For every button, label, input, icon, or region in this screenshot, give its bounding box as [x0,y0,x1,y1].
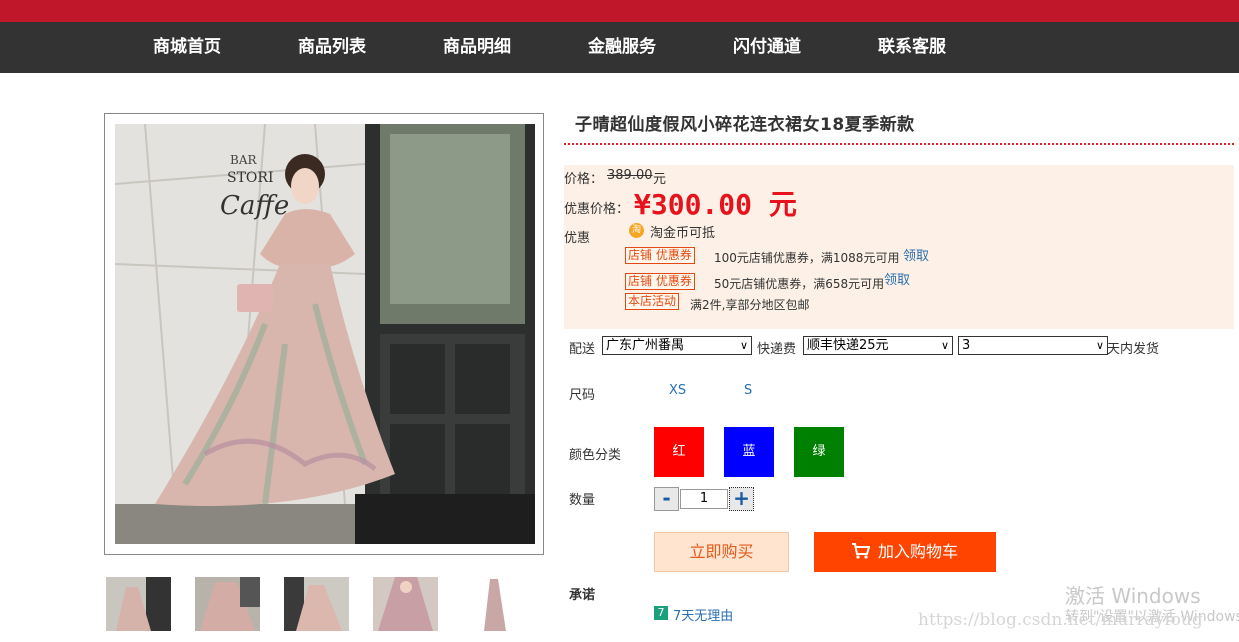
size-option-s[interactable]: S [744,383,752,398]
shipping-fee-label: 快递费 [757,342,797,357]
color-option-blue[interactable]: 蓝 [724,427,774,477]
chevron-down-icon: ∨ [1095,339,1104,352]
nav-item-quickpay[interactable]: 闪付通道 [733,22,801,73]
thumbnail-4[interactable] [373,577,438,631]
add-to-cart-button[interactable]: 加入购物车 [814,532,996,572]
delivery-days-select-value: 3 [962,338,971,353]
activity-tag: 本店活动 [625,293,680,310]
region-select[interactable]: 广东广州番禺 ∨ [602,336,752,355]
discount-label: 优惠 [564,231,591,246]
activity-text: 满2件,享部分地区包邮 [690,298,810,312]
quantity-decrease-button[interactable]: - [654,487,679,511]
promise-label: 承诺 [569,588,596,603]
main-nav: 商城首页 商品列表 商品明细 金融服务 闪付通道 联系客服 [0,22,1239,73]
size-option-xs[interactable]: XS [669,383,686,398]
shipping-fee-select-value: 顺丰快递25元 [807,338,889,353]
coupon-tag-2: 店铺 优惠券 [625,273,695,290]
promo-price-label: 优惠价格： [564,202,630,217]
promise-text: 7天无理由 [673,609,734,624]
quantity-label: 数量 [569,493,596,508]
add-to-cart-label: 加入购物车 [877,542,958,561]
nav-item-finance[interactable]: 金融服务 [588,22,656,73]
thumbnail-1[interactable] [106,577,171,631]
nav-item-product-detail[interactable]: 商品明细 [443,22,511,73]
coupon-text-1: 100元店铺优惠券，满1088元可用 [714,251,900,265]
activate-windows-title: 激活 Windows [1065,584,1201,608]
top-red-bar [0,0,1239,22]
quantity-input[interactable]: 1 [680,489,728,509]
main-product-image: BAR STORI Caffe [115,124,535,544]
svg-text:BAR: BAR [230,153,257,167]
title-divider [564,143,1234,145]
coupon-claim-link-1[interactable]: 领取 [903,245,929,264]
color-label: 颜色分类 [569,448,622,463]
thumbnail-3[interactable] [284,577,349,631]
blog-watermark: https://blog.csdn.net/murrayfoug [918,610,1203,630]
delivery-days-select[interactable]: 3 ∨ [958,336,1108,355]
nav-item-home[interactable]: 商城首页 [153,22,221,73]
chevron-down-icon: ∨ [940,339,949,352]
price-box: 价格： 389.00 元 优惠价格： ¥300.00 元 优惠 淘 淘金币可抵 … [564,165,1234,329]
coin-text: 淘金币可抵 [650,226,716,241]
nav-item-product-list[interactable]: 商品列表 [298,22,366,73]
svg-text:STORI: STORI [227,170,273,186]
promo-price: ¥300.00 元 [634,188,797,221]
chevron-down-icon: ∨ [739,339,748,352]
color-option-red[interactable]: 红 [654,427,704,477]
product-title: 子晴超仙度假风小碎花连衣裙女18夏季新款 [575,115,915,135]
shipping-fee-select[interactable]: 顺丰快递25元 ∨ [803,336,953,355]
coupon-text-2: 50元店铺优惠券，满658元可用 [714,277,885,291]
svg-text:Caffe: Caffe [220,191,289,221]
region-select-value: 广东广州番禺 [606,338,685,353]
thumbnail-5[interactable] [462,577,527,631]
coupon-claim-link-2[interactable]: 领取 [884,269,910,288]
original-price: 389.00 [607,168,653,183]
price-label: 价格： [564,172,604,187]
size-label: 尺码 [569,388,596,403]
shipping-label: 配送 [569,342,596,357]
taojinbi-coin-icon: 淘 [629,223,644,238]
coupon-tag-1: 店铺 优惠券 [625,247,695,264]
delivery-days-suffix: 天内发货 [1107,342,1160,357]
thumbnail-2[interactable] [195,577,260,631]
color-option-green[interactable]: 绿 [794,427,844,477]
buy-now-button[interactable]: 立即购买 [654,532,789,572]
quantity-increase-button[interactable]: + [729,487,754,511]
main-image-frame: BAR STORI Caffe [104,113,544,555]
seven-day-badge-icon: 7 [654,606,668,620]
nav-item-support[interactable]: 联系客服 [878,22,946,73]
cart-icon [851,543,871,559]
